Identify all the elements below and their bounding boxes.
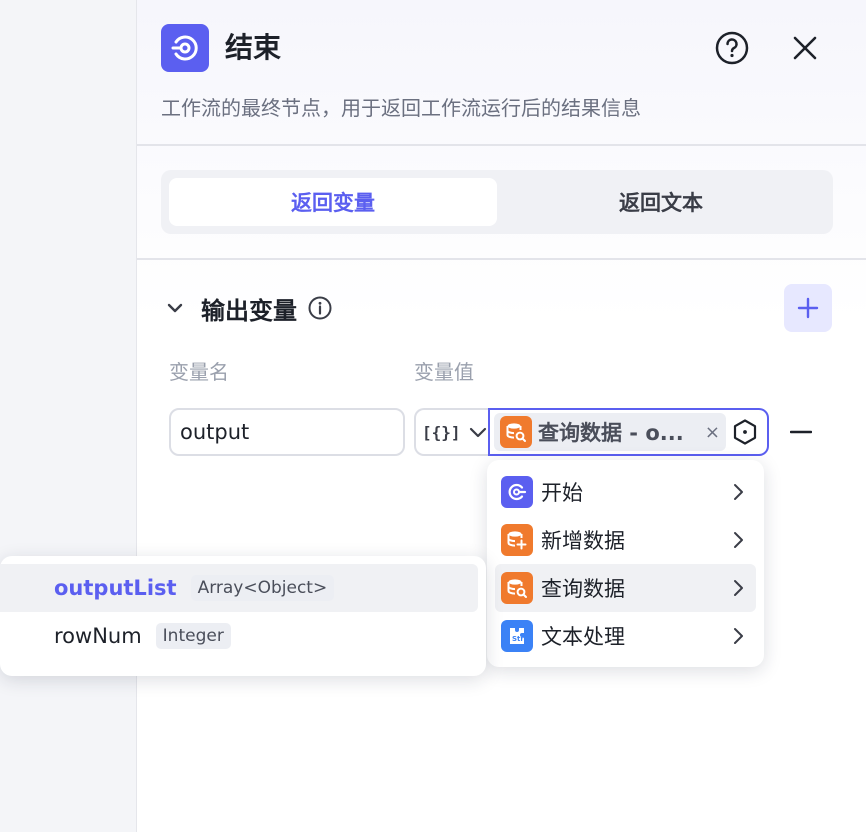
chevron-right-icon (728, 578, 748, 598)
chevron-down-icon[interactable] (161, 294, 189, 322)
type-badge: Integer (155, 623, 231, 649)
menu-item-label: 新增数据 (541, 529, 625, 553)
plus-icon (797, 297, 819, 319)
menu-item-add-data[interactable]: 新增数据 (495, 516, 756, 564)
variable-picker-icon[interactable] (726, 412, 764, 452)
variable-name-input[interactable] (169, 408, 405, 456)
submenu-item-outputlist[interactable]: outputList Array<Object> (0, 564, 478, 612)
database-search-icon (500, 416, 532, 448)
menu-item-query-data[interactable]: 查询数据 (495, 564, 756, 612)
column-label-name: 变量名 (169, 360, 229, 384)
variable-type-select[interactable]: [{}] (414, 408, 490, 456)
value-reference-label: 查询数据 - o... (538, 421, 684, 445)
tab-return-variable[interactable]: 返回变量 (169, 178, 497, 226)
menu-item-text-process[interactable]: Str 文本处理 (495, 612, 756, 660)
help-icon[interactable] (714, 30, 750, 66)
divider (137, 258, 866, 260)
node-select-menu: 开始 新增数据 查询数据 Str 文本处理 (487, 460, 764, 667)
chevron-right-icon (728, 626, 748, 646)
return-mode-tabs: 返回变量 返回文本 (161, 170, 833, 234)
menu-item-start[interactable]: 开始 (495, 468, 756, 516)
panel-title: 结束 (225, 31, 282, 64)
remove-variable-button[interactable] (787, 418, 815, 446)
variable-value-field[interactable]: 查询数据 - o... × (488, 408, 769, 456)
close-icon[interactable] (787, 30, 823, 66)
object-type-icon: [{}] (422, 422, 461, 442)
svg-text:Str: Str (512, 635, 524, 643)
minus-icon (790, 430, 812, 434)
menu-item-label: 文本处理 (541, 625, 625, 649)
output-field-name: outputList (54, 576, 177, 600)
panel-description: 工作流的最终节点，用于返回工作流运行后的结果信息 (161, 96, 641, 120)
output-field-name: rowNum (54, 624, 142, 648)
chevron-right-icon (728, 482, 748, 502)
start-node-icon (501, 476, 533, 508)
tab-return-text[interactable]: 返回文本 (497, 178, 825, 226)
menu-item-label: 开始 (541, 481, 583, 505)
chevron-right-icon (728, 530, 748, 550)
divider (137, 144, 866, 146)
submenu-item-rownum[interactable]: rowNum Integer (0, 612, 478, 660)
end-node-icon (161, 24, 209, 72)
type-badge: Array<Object> (190, 575, 335, 601)
end-node-panel: 结束 工作流的最终节点，用于返回工作流运行后的结果信息 返回变量 返回文本 输出… (136, 0, 866, 832)
text-process-icon: Str (501, 620, 533, 652)
info-icon[interactable] (307, 295, 333, 321)
database-search-icon (501, 572, 533, 604)
database-add-icon (501, 524, 533, 556)
tag-close-icon[interactable]: × (705, 422, 720, 443)
add-variable-button[interactable] (784, 284, 832, 332)
node-output-submenu: outputList Array<Object> rowNum Integer (0, 556, 486, 676)
value-reference-tag[interactable]: 查询数据 - o... × (494, 413, 726, 451)
chevron-down-icon (469, 427, 486, 438)
menu-item-label: 查询数据 (541, 577, 625, 601)
section-title: 输出变量 (201, 296, 297, 325)
output-section-header: 输出变量 (161, 288, 333, 328)
column-label-value: 变量值 (414, 360, 474, 384)
